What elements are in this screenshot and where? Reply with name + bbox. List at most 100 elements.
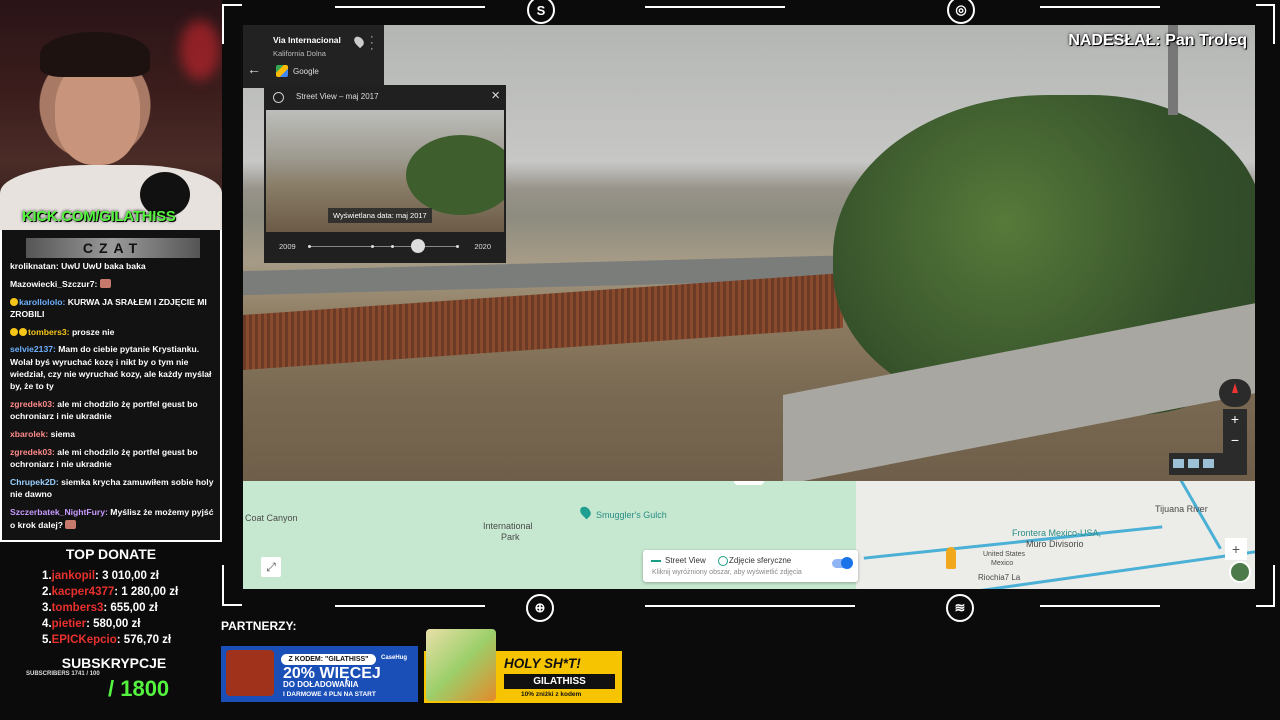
frame-line [645,6,785,8]
globe-logo-icon: ⊕ [526,594,554,622]
treasure-chest-icon [226,650,274,696]
product-cans-icon [426,629,496,701]
street-view-panorama[interactable]: NADESŁAŁ: Pan Troleq ← Via Internacional… [243,25,1255,481]
chat-message: zgredek03: ale mi chodzilo żę portfel ge… [10,446,216,471]
zoom-in-button[interactable]: + [1223,409,1247,430]
banner-small: I DARMOWE 4 PLN NA START [283,691,376,698]
banner-code-pill: Z KODEM: "GILATHISS" [281,654,376,665]
frame-line [645,605,855,607]
year-start: 2009 [279,242,296,251]
layers-button[interactable] [1169,453,1247,475]
location-pin-icon[interactable] [352,34,366,49]
chat-message: Mazowiecki_Szczur7: [10,278,216,290]
zoom-out-button[interactable]: − [1223,430,1247,451]
channel-url: KICK.COM/GILATHISS [22,208,176,225]
submission-credit: NADESŁAŁ: Pan Troleq [1068,32,1247,49]
more-options-icon[interactable]: · · · [370,32,374,55]
chat-username: zgredek03: [10,447,55,458]
donate-rank: 2. [42,586,52,598]
layer-thumb-icon [1203,459,1214,468]
map-label: Frontera Mexico-USA, [1012,528,1102,538]
compass-icon[interactable] [1219,379,1251,407]
banner-brand: CaseHug [381,655,408,661]
map-zoom-in-button[interactable]: + [1225,538,1247,560]
back-arrow-icon[interactable]: ← [247,61,261,77]
date-slider[interactable] [308,245,459,248]
slider-tick [371,245,374,248]
banner-headline: HOLY SH*T! [504,656,581,671]
chat-username: Szczerbatek_NightFury: [10,507,108,518]
donate-row: 1.jankopil: 3 010,00 zł [42,568,178,584]
chat-username: Chrupek2D: [10,477,59,488]
chat-username: karollololo: [19,296,66,307]
chat-text: siema [50,429,75,440]
subscriptions-count: SUBSCRIBERS 1741 / 100 [26,671,100,677]
chat-message: zgredek03: ale mi chodzilo żę portfel ge… [10,398,216,423]
streamer-hair [40,32,150,77]
map-label: Park [501,532,520,542]
chat-message: tombers3: prosze nie [10,326,216,338]
top-donate-title: TOP DONATE [65,546,157,562]
frame-corner [1256,605,1275,607]
chat-username: selvie2137: [10,344,56,355]
casehug-banner[interactable]: Z KODEM: "GILATHISS" 20% WIĘCEJ DO DOŁAD… [221,646,418,702]
pegman-icon[interactable] [946,547,956,569]
frame-corner [222,4,224,44]
donate-amount: : 576,70 zł [116,634,172,646]
donor-name: EPICKepcio [51,634,117,646]
chat-text: UwU UwU baka baka [61,261,146,271]
sphere-logo-icon: ≋ [946,594,974,622]
chat-username: tombers3: [28,326,70,337]
displayed-date: Wyświetlana data: maj 2017 [328,208,432,223]
emote-icon [65,519,77,529]
frame-corner [1273,4,1275,44]
map-label: Mexico [991,560,1014,567]
badge-icon [10,297,18,306]
chat-message-list: kroliknatan: UwU UwU baka baka Mazowieck… [10,260,216,536]
chat-username: zgredek03: [10,399,55,410]
slider-tick [308,245,311,248]
donate-amount: : 655,00 zł [103,602,158,614]
emote-icon [99,278,111,288]
chat-message: xbarolek: siema [10,428,216,440]
place-pin-icon[interactable] [578,504,593,520]
time-travel-panel: Street View – maj 2017 × Wyświetlana dat… [264,85,506,263]
spherical-photo-option[interactable]: Zdjęcie sferyczne [717,556,791,566]
stream-overlay: KICK.COM/GILATHISS CZAT kroliknatan: UwU… [0,0,1280,720]
donate-amount: : 3 010,00 zł [95,570,159,582]
time-travel-thumbnail[interactable]: Wyświetlana data: maj 2017 [266,110,504,232]
layer-thumb-icon [1173,459,1184,468]
street-view-option[interactable]: Street View [651,556,706,565]
target-logo-icon: ◎ [947,0,975,24]
date-slider-thumb[interactable] [410,239,425,253]
layer-switch[interactable] [832,557,853,569]
badge-icon [10,327,18,336]
slider-tick [456,245,459,248]
minimap[interactable]: Coat Canyon International Park Smuggler'… [243,481,1255,589]
map-resize-handle[interactable] [734,481,764,485]
frame-line [335,6,485,8]
donate-amount: : 1 280,00 zł [114,586,179,598]
donate-amount: : 580,00 zł [86,618,141,630]
satellite-view-button[interactable] [1229,561,1251,583]
donate-row: 2.kacper4377: 1 280,00 zł [42,584,178,600]
time-travel-title[interactable]: Street View – maj 2017 [296,92,379,101]
donate-row: 3.tombers3: 655,00 zł [42,600,178,616]
donor-name: pietier [51,618,87,630]
donate-row: 5.EPICKepcio: 576,70 zł [42,632,178,648]
place-card: ← Via Internacional Kalifornia Dolna Goo… [243,25,384,88]
frame-corner [222,4,242,6]
top-donate-list: 1.jankopil: 3 010,00 zł 2.kacper4377: 1 … [42,568,178,648]
expand-icon[interactable]: ⤢ [261,557,281,577]
frame-line [1040,6,1160,8]
frame-corner [222,565,224,605]
close-icon[interactable]: × [491,87,500,104]
subscriptions-title: SUBSKRYPCJE [61,655,167,671]
google-label: Google [293,67,319,76]
place-region: Kalifornia Dolna [273,49,326,58]
map-label: International [483,521,533,531]
banner-code: GILATHISS [504,674,615,689]
holy-banner[interactable]: HOLY SH*T! GILATHISS 10% zniżki z kodem [424,629,622,703]
banner-discount: 10% zniżki z kodem [521,691,582,698]
thumbnail-bush [406,135,504,215]
